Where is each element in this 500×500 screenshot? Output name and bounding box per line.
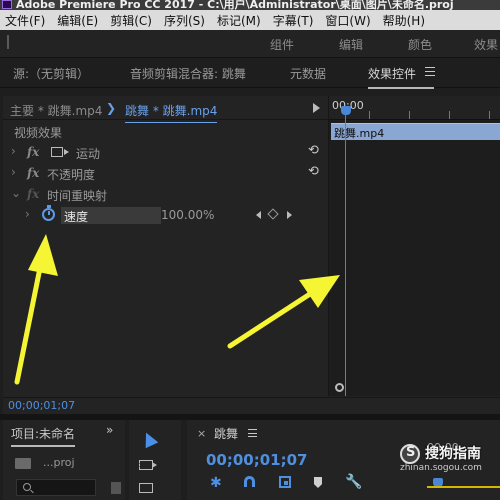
reset-icon[interactable]: ⟲: [308, 165, 322, 178]
ruler-tick: [369, 111, 370, 119]
workspace-separator: [7, 35, 9, 49]
workspace-tab-color[interactable]: 颜色: [408, 36, 432, 53]
close-icon[interactable]: ×: [197, 427, 206, 440]
tools-panel: [129, 420, 181, 500]
next-keyframe-icon[interactable]: [287, 211, 292, 219]
source-panel-tabs: 源:（无剪辑） 音频剪辑混合器: 跳舞 元数据 效果控件: [0, 58, 500, 89]
speed-label: 速度: [64, 210, 89, 224]
menu-clip[interactable]: 剪辑(C): [105, 12, 159, 29]
chevron-right-icon: ❯: [106, 101, 117, 115]
selection-tool-icon[interactable]: [139, 429, 159, 449]
chevron-right-icon[interactable]: ›: [25, 207, 30, 221]
sequence-tab[interactable]: 跳舞: [214, 425, 238, 442]
clip-bar[interactable]: 跳舞.mp4: [331, 123, 500, 140]
play-icon[interactable]: [313, 103, 320, 113]
premiere-app-icon: [2, 0, 12, 9]
stopwatch-icon[interactable]: [42, 205, 55, 221]
title-bar: Adobe Premiere Pro CC 2017 - C:\用户\Admin…: [0, 0, 500, 10]
menu-bar: 文件(F) 编辑(E) 剪辑(C) 序列(S) 标记(M) 字幕(T) 窗口(W…: [0, 10, 500, 30]
effect-row-motion[interactable]: › fx 运动 ⟲: [3, 142, 328, 163]
speed-property-field[interactable]: 速度: [61, 207, 161, 224]
ruler-tick: [489, 111, 490, 119]
menu-window[interactable]: 窗口(W): [320, 12, 377, 29]
fx-icon: fx: [27, 187, 40, 201]
project-tab[interactable]: 项目:未命名: [11, 425, 76, 447]
effect-controls-footer: 00;00;01;07: [3, 397, 500, 414]
clip-name: 跳舞.mp4: [334, 127, 385, 140]
sogou-logo-icon: [400, 444, 420, 464]
sequence-timecode[interactable]: 00;00;01;07: [206, 451, 308, 469]
watermark-text: 搜狗指南: [425, 446, 481, 462]
fx-icon[interactable]: fx: [27, 145, 39, 159]
effect-timeline: 00;00 跳舞.mp4: [329, 96, 500, 396]
playhead-handle[interactable]: [341, 106, 351, 115]
tab-metadata[interactable]: 元数据: [290, 65, 326, 82]
effect-name: 运动: [76, 147, 101, 161]
search-icon: [23, 483, 31, 491]
property-row-speed: › 速度 100.00%: [3, 205, 328, 226]
panel-menu-icon[interactable]: [248, 429, 257, 437]
effect-controls-panel: 主要 * 跳舞.mp4 ❯ 跳舞 * 跳舞.mp4 视频效果 › fx 运动 ⟲…: [3, 96, 500, 414]
previous-keyframe-icon[interactable]: [256, 211, 261, 219]
effect-name: 时间重映射: [47, 189, 108, 203]
nest-icon[interactable]: ✱: [210, 476, 222, 490]
workspace-tab-editing[interactable]: 编辑: [339, 36, 363, 53]
tab-effect-controls[interactable]: 效果控件: [368, 65, 435, 89]
section-title: 视频效果: [14, 126, 63, 140]
linked-selection-icon[interactable]: [279, 476, 291, 488]
work-area-bar[interactable]: [427, 486, 500, 488]
add-marker-icon[interactable]: [314, 477, 322, 488]
effect-row-time-remapping[interactable]: ⌄ fx 时间重映射: [3, 184, 328, 205]
project-file-name[interactable]: ...proj: [43, 456, 75, 469]
wrench-icon[interactable]: 🔧: [345, 474, 362, 490]
search-input[interactable]: [16, 479, 96, 496]
menu-help[interactable]: 帮助(H): [378, 12, 432, 29]
watermark-url: zhinan.sogou.com: [400, 463, 482, 473]
chevron-right-icon[interactable]: ›: [11, 144, 16, 158]
ruler-tick: [449, 111, 450, 119]
clip-header: 主要 * 跳舞.mp4 ❯ 跳舞 * 跳舞.mp4: [3, 96, 328, 123]
chevron-right-icon[interactable]: ›: [11, 165, 16, 179]
menu-edit[interactable]: 编辑(E): [52, 12, 105, 29]
menu-title[interactable]: 字幕(T): [268, 12, 321, 29]
fx-icon[interactable]: fx: [27, 166, 39, 180]
zoom-handle[interactable]: [335, 383, 344, 392]
workspace-tab-effects[interactable]: 效果: [474, 36, 498, 53]
master-clip-tab[interactable]: 主要 * 跳舞.mp4: [10, 102, 102, 119]
menu-sequence[interactable]: 序列(S): [159, 12, 212, 29]
watermark: 搜狗指南 zhinan.sogou.com: [400, 441, 500, 473]
snap-icon[interactable]: [244, 476, 255, 487]
ruler-tick: [409, 111, 410, 119]
reset-icon[interactable]: ⟲: [308, 144, 322, 157]
window-title: Adobe Premiere Pro CC 2017 - C:\用户\Admin…: [16, 0, 454, 10]
ripple-edit-tool-icon[interactable]: [139, 483, 153, 493]
speed-value[interactable]: 100.00%: [161, 208, 214, 222]
new-item-button[interactable]: [111, 482, 121, 494]
effect-name: 不透明度: [47, 168, 96, 182]
tab-source[interactable]: 源:（无剪辑）: [13, 65, 89, 82]
playhead-line: [345, 114, 346, 396]
more-panels-icon[interactable]: »: [106, 423, 113, 437]
motion-transform-icon[interactable]: [51, 147, 69, 157]
add-keyframe-icon[interactable]: [267, 208, 279, 220]
workspace-tab-assembly[interactable]: 组件: [270, 36, 294, 53]
track-select-tool-icon[interactable]: [139, 460, 157, 470]
current-timecode[interactable]: 00;00;01;07: [8, 399, 75, 412]
section-video-effects: 视频效果: [3, 121, 328, 142]
panel-menu-icon[interactable]: [425, 67, 435, 76]
current-clip-tab[interactable]: 跳舞 * 跳舞.mp4: [125, 102, 218, 123]
workspace-bar: 组件 编辑 颜色 效果: [0, 30, 500, 58]
project-panel: 项目:未命名 » ...proj: [3, 420, 125, 500]
menu-marker[interactable]: 标记(M): [212, 12, 268, 29]
folder-icon: [15, 458, 31, 469]
chevron-down-icon[interactable]: ⌄: [11, 186, 21, 200]
effect-row-opacity[interactable]: › fx 不透明度 ⟲: [3, 163, 328, 184]
timeline-ruler[interactable]: 00;00: [329, 96, 500, 120]
menu-file[interactable]: 文件(F): [0, 12, 52, 29]
tab-audio-clip-mixer[interactable]: 音频剪辑混合器: 跳舞: [130, 65, 246, 82]
